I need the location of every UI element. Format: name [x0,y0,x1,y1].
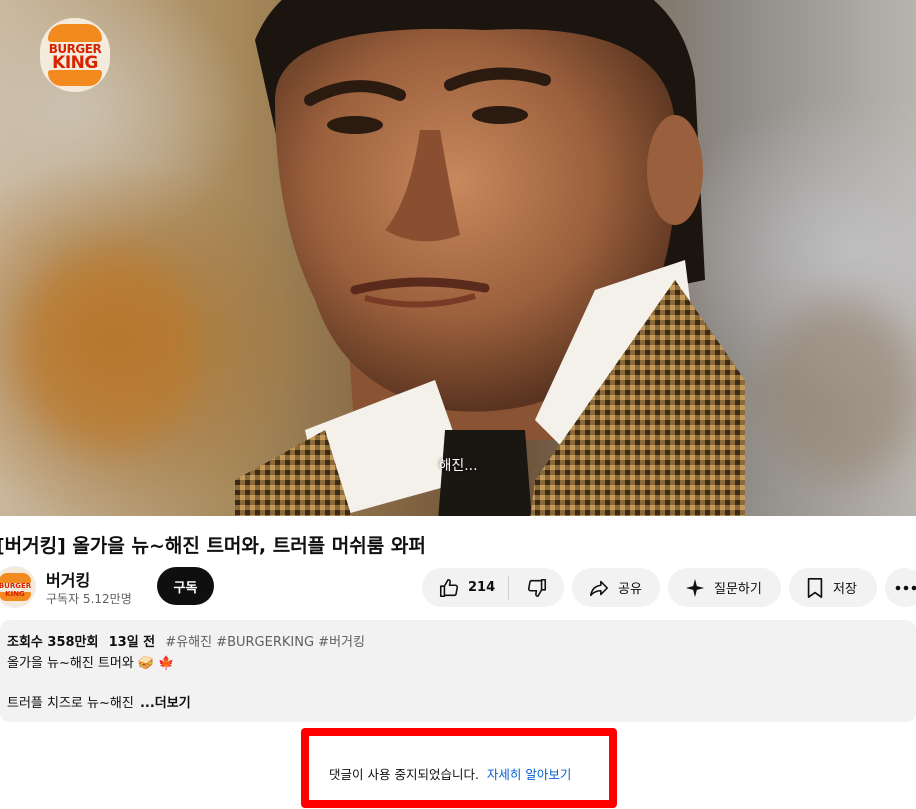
like-dislike-group: 214 [422,568,564,607]
share-label: 공유 [618,582,642,597]
thumbs-down-icon [526,577,548,599]
like-button[interactable]: 214 [422,568,508,607]
video-title: [버거킹] 올가을 뉴~해진 트머와, 트러플 머쉬룸 와퍼 [0,535,426,557]
dislike-button[interactable] [509,568,564,607]
share-arrow-icon [588,577,610,599]
more-dots-icon [895,585,916,591]
description-meta: 조회수 358만회 13일 전 #유해진 #BURGERKING #버거킹 [7,631,365,650]
channel-name[interactable]: 버거킹 [46,567,90,591]
logo-bun-top [48,24,102,42]
like-count: 214 [468,580,496,595]
subscribe-button[interactable]: 구독 [157,567,214,605]
background-bokeh [20,250,200,450]
video-player[interactable]: BURGER KING 해진... [0,0,916,516]
logo-word-king: KING [52,52,98,73]
comments-disabled-text: 댓글이 사용 중지되었습니다. [329,767,479,782]
save-button[interactable]: 저장 [789,568,877,607]
ask-question-label: 질문하기 [714,582,762,597]
more-actions-button[interactable] [885,568,916,607]
channel-avatar[interactable]: BURGER KING [0,566,36,608]
view-count: 조회수 358만회 [7,635,99,650]
subscriber-count: 구독자 5.12만명 [46,592,132,606]
description-line-text: 트러플 치즈로 뉴~해진 [7,696,134,711]
comments-disabled-notice: 댓글이 사용 중지되었습니다. 자세히 알아보기 [329,764,571,783]
learn-more-link[interactable]: 자세히 알아보기 [487,767,571,782]
thumbs-up-icon [438,577,460,599]
save-label: 저장 [833,582,857,597]
background-bokeh [760,300,916,480]
description-line-2: 트러플 치즈로 뉴~해진 ...더보기 [7,692,191,711]
share-button[interactable]: 공유 [572,568,660,607]
avatar-logo-text: BURGER KING [0,582,32,598]
ask-question-button[interactable]: 질문하기 [668,568,781,607]
description-line: 올가을 뉴~해진 트머와 🥪 🍁 [7,656,175,671]
upload-date: 13일 전 [108,635,156,650]
show-more-link[interactable]: ...더보기 [140,696,191,711]
bookmark-icon [805,577,825,599]
sparkle-icon [684,577,706,599]
video-caption: 해진... [438,458,478,474]
burger-king-logo: BURGER KING [42,20,108,90]
video-frame-person [235,0,745,516]
hashtags[interactable]: #유해진 #BURGERKING #버거킹 [165,635,365,650]
